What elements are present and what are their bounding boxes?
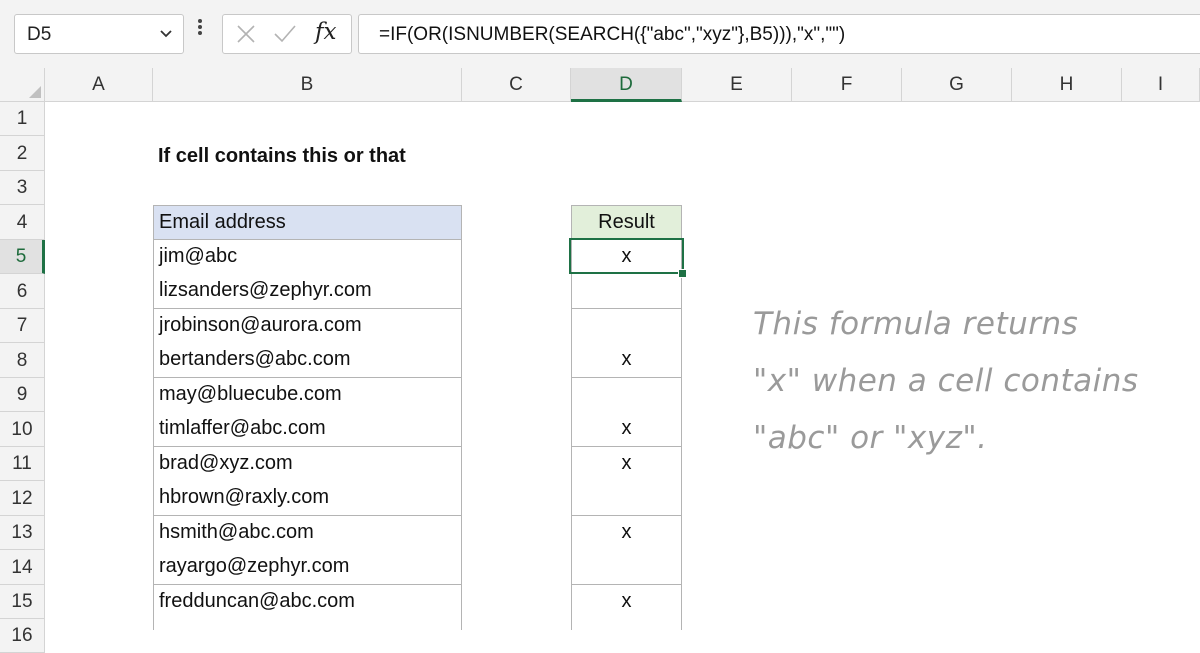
- column-header-f[interactable]: F: [792, 68, 902, 102]
- result-cell[interactable]: [571, 274, 682, 309]
- email-cell[interactable]: bertanders@abc.com: [153, 343, 462, 378]
- email-cell[interactable]: fredduncan@abc.com: [153, 585, 462, 620]
- row-header-10[interactable]: 10: [0, 412, 45, 447]
- row-header-12[interactable]: 12: [0, 481, 45, 516]
- formula-text: =IF(OR(ISNUMBER(SEARCH({"abc","xyz"},B5)…: [379, 24, 846, 45]
- row-header-5[interactable]: 5: [0, 240, 45, 274]
- row-header-11[interactable]: 11: [0, 447, 45, 481]
- result-cell[interactable]: x: [571, 585, 682, 620]
- result-cell[interactable]: [571, 378, 682, 413]
- row-header-16[interactable]: 16: [0, 619, 45, 653]
- result-cell[interactable]: x: [571, 240, 682, 275]
- cancel-icon[interactable]: [235, 23, 257, 50]
- row-header-2[interactable]: 2: [0, 136, 45, 171]
- column-header-h[interactable]: H: [1012, 68, 1122, 102]
- row-header-3[interactable]: 3: [0, 171, 45, 205]
- row-header-13[interactable]: 13: [0, 516, 45, 550]
- email-cell[interactable]: jrobinson@aurora.com: [153, 309, 462, 344]
- email-header-cell[interactable]: Email address: [153, 205, 462, 240]
- result-cell[interactable]: x: [571, 412, 682, 447]
- email-cell[interactable]: jim@abc: [153, 240, 462, 275]
- email-cell[interactable]: timlaffer@abc.com: [153, 412, 462, 447]
- insert-function-icon[interactable]: fx: [315, 19, 336, 45]
- select-all-button[interactable]: [0, 68, 45, 102]
- email-cell[interactable]: brad@xyz.com: [153, 447, 462, 482]
- result-cell[interactable]: x: [571, 343, 682, 378]
- chevron-down-icon[interactable]: [159, 22, 173, 51]
- result-cell[interactable]: [571, 550, 682, 585]
- worksheet-grid: A B C D E F G H I 1 2 3 4 5 6 7 8 9 10 1…: [0, 68, 1200, 653]
- cell-area[interactable]: If cell contains this or that Email addr…: [45, 102, 1200, 630]
- column-headers: A B C D E F G H I: [45, 68, 1200, 102]
- row-header-9[interactable]: 9: [0, 378, 45, 412]
- row-header-6[interactable]: 6: [0, 274, 45, 309]
- row-header-4[interactable]: 4: [0, 205, 45, 240]
- column-header-b[interactable]: B: [153, 68, 462, 102]
- select-all-triangle-icon: [29, 86, 41, 98]
- formula-controls: fx: [222, 14, 352, 54]
- explanation-note: This formula returns "x" when a cell con…: [753, 296, 1183, 467]
- sheet-title[interactable]: If cell contains this or that: [158, 145, 406, 168]
- name-box[interactable]: D5: [14, 14, 184, 54]
- result-header-cell[interactable]: Result: [571, 205, 682, 240]
- note-line: "abc" or "xyz".: [753, 420, 988, 456]
- column-header-i[interactable]: I: [1122, 68, 1200, 102]
- row-header-1[interactable]: 1: [0, 102, 45, 136]
- email-cell-partial[interactable]: [153, 619, 462, 630]
- row-header-14[interactable]: 14: [0, 550, 45, 585]
- column-header-a[interactable]: A: [45, 68, 153, 102]
- email-cell[interactable]: rayargo@zephyr.com: [153, 550, 462, 585]
- email-cell[interactable]: hbrown@raxly.com: [153, 481, 462, 516]
- email-cell[interactable]: lizsanders@zephyr.com: [153, 274, 462, 309]
- more-options-icon[interactable]: [197, 16, 203, 42]
- row-header-15[interactable]: 15: [0, 585, 45, 619]
- name-box-value: D5: [27, 24, 52, 45]
- column-header-e[interactable]: E: [682, 68, 792, 102]
- checkmark-icon[interactable]: [273, 23, 297, 50]
- email-cell[interactable]: may@bluecube.com: [153, 378, 462, 413]
- email-cell[interactable]: hsmith@abc.com: [153, 516, 462, 551]
- note-line: This formula returns: [753, 306, 1079, 342]
- column-header-c[interactable]: C: [462, 68, 571, 102]
- row-header-8[interactable]: 8: [0, 343, 45, 378]
- column-header-g[interactable]: G: [902, 68, 1012, 102]
- column-header-d[interactable]: D: [571, 68, 682, 102]
- result-cell[interactable]: x: [571, 447, 682, 482]
- fill-handle[interactable]: [678, 269, 687, 278]
- row-header-7[interactable]: 7: [0, 309, 45, 343]
- note-line: "x" when a cell contains: [753, 363, 1139, 399]
- result-cell[interactable]: [571, 309, 682, 344]
- result-cell-partial[interactable]: [571, 619, 682, 630]
- formula-bar: D5 fx =IF(OR(ISNUMBER(SEARCH({"abc","xyz…: [0, 0, 1200, 68]
- result-cell[interactable]: x: [571, 516, 682, 551]
- result-cell[interactable]: [571, 481, 682, 516]
- formula-input[interactable]: =IF(OR(ISNUMBER(SEARCH({"abc","xyz"},B5)…: [358, 14, 1200, 54]
